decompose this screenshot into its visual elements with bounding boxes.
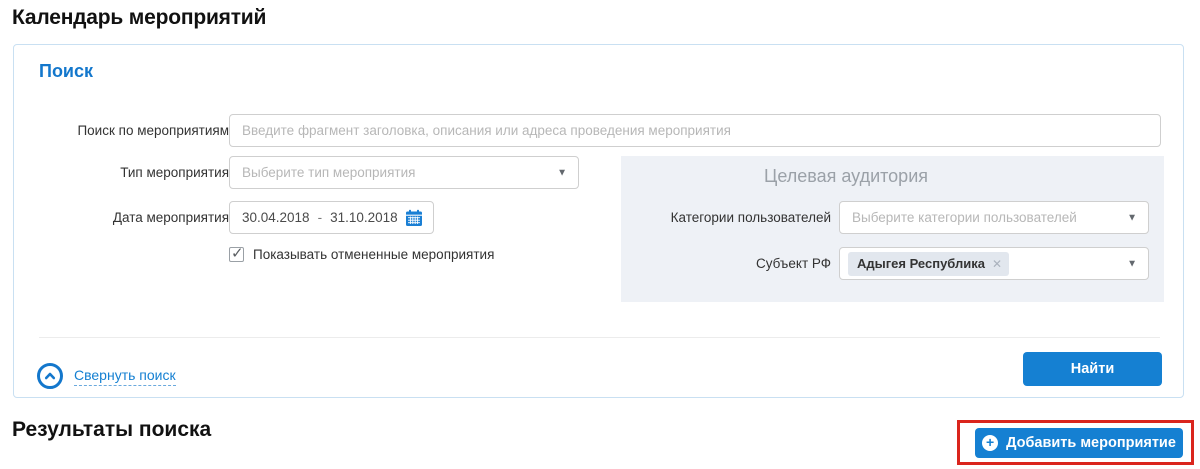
- chevron-down-icon: ▼: [1127, 212, 1137, 223]
- region-select[interactable]: Адыгея Республика ✕ ▼: [839, 247, 1149, 280]
- query-input[interactable]: [229, 114, 1161, 147]
- results-title: Результаты поиска: [12, 418, 211, 442]
- date-to-value[interactable]: 31.10.2018: [330, 210, 398, 225]
- panel-divider: [39, 337, 1160, 338]
- search-panel: Поиск Поиск по мероприятиям Тип мероприя…: [13, 44, 1184, 398]
- find-button[interactable]: Найти: [1023, 352, 1162, 386]
- plus-icon: +: [982, 435, 998, 451]
- chevron-up-circle-icon[interactable]: [37, 363, 63, 389]
- search-panel-title: Поиск: [39, 61, 93, 82]
- collapse-search-link[interactable]: Свернуть поиск: [74, 367, 176, 386]
- date-range-input[interactable]: 30.04.2018 - 31.10.2018: [229, 201, 434, 234]
- type-select-placeholder: Выберите тип мероприятия: [242, 165, 415, 180]
- page: Календарь мероприятий Поиск Поиск по мер…: [0, 0, 1200, 469]
- date-label: Дата мероприятия: [39, 201, 229, 234]
- categories-select[interactable]: Выберите категории пользователей ▼: [839, 201, 1149, 234]
- categories-select-placeholder: Выберите категории пользователей: [852, 210, 1077, 225]
- add-event-button-label: Добавить мероприятие: [1006, 435, 1176, 451]
- page-title: Календарь мероприятий: [12, 6, 266, 30]
- date-separator: -: [318, 210, 323, 225]
- query-label: Поиск по мероприятиям: [39, 114, 229, 147]
- region-tag: Адыгея Республика ✕: [848, 252, 1009, 276]
- chevron-down-icon: ▼: [557, 167, 567, 178]
- show-cancelled-row: Показывать отмененные мероприятия: [229, 247, 494, 262]
- collapse-search[interactable]: Свернуть поиск: [37, 363, 176, 389]
- add-event-button[interactable]: + Добавить мероприятие: [975, 428, 1183, 458]
- categories-label: Категории пользователей: [621, 201, 831, 234]
- show-cancelled-label: Показывать отмененные мероприятия: [253, 247, 494, 262]
- remove-tag-icon[interactable]: ✕: [992, 257, 1002, 271]
- type-label: Тип мероприятия: [39, 156, 229, 189]
- chevron-down-icon: ▼: [1127, 258, 1137, 269]
- show-cancelled-checkbox[interactable]: [229, 247, 244, 262]
- audience-panel: Целевая аудитория Категории пользователе…: [621, 156, 1164, 302]
- region-tag-label: Адыгея Республика: [857, 256, 985, 271]
- audience-title: Целевая аудитория: [764, 166, 928, 187]
- type-select[interactable]: Выберите тип мероприятия ▼: [229, 156, 579, 189]
- date-from-value[interactable]: 30.04.2018: [242, 210, 310, 225]
- region-label: Субъект РФ: [621, 247, 831, 280]
- calendar-icon[interactable]: [405, 209, 423, 227]
